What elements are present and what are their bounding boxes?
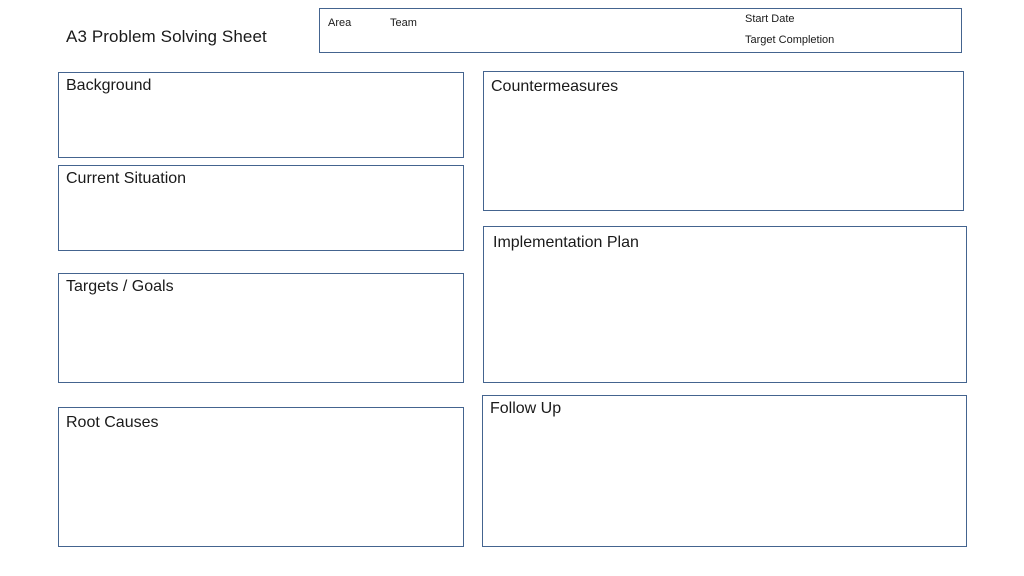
root-causes-label: Root Causes xyxy=(66,414,159,431)
background-section[interactable]: Background xyxy=(58,72,464,158)
countermeasures-label: Countermeasures xyxy=(491,78,619,95)
background-label: Background xyxy=(66,77,152,94)
follow-up-label: Follow Up xyxy=(490,400,562,417)
page-title: A3 Problem Solving Sheet xyxy=(66,27,267,46)
root-causes-section[interactable]: Root Causes xyxy=(58,407,464,547)
implementation-plan-section[interactable]: Implementation Plan xyxy=(483,226,967,383)
header-info-box: Area Team Start Date Target Completion xyxy=(319,8,962,53)
team-label: Team xyxy=(390,17,417,29)
target-completion-label: Target Completion xyxy=(745,34,835,46)
follow-up-section[interactable]: Follow Up xyxy=(482,395,967,547)
start-date-label: Start Date xyxy=(745,13,795,25)
area-label: Area xyxy=(328,17,352,29)
current-situation-label: Current Situation xyxy=(66,170,187,187)
implementation-plan-label: Implementation Plan xyxy=(493,234,639,251)
current-situation-section[interactable]: Current Situation xyxy=(58,165,464,251)
targets-goals-label: Targets / Goals xyxy=(66,278,174,295)
targets-goals-section[interactable]: Targets / Goals xyxy=(58,273,464,383)
countermeasures-section[interactable]: Countermeasures xyxy=(483,71,964,211)
